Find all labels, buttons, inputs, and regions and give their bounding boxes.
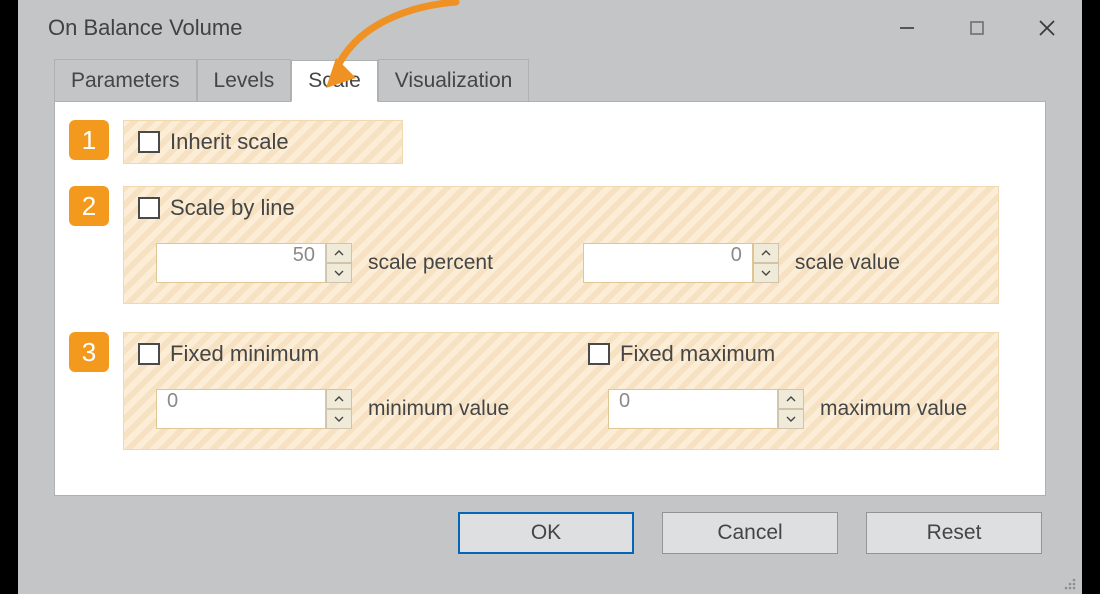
minimum-value-label: minimum value	[368, 397, 509, 421]
scale-by-line-checkbox[interactable]	[138, 197, 160, 219]
scale-percent-down[interactable]	[326, 263, 352, 283]
minimum-value-down[interactable]	[326, 409, 352, 429]
annotation-badge-2: 2	[69, 186, 109, 226]
minimize-button[interactable]	[872, 0, 942, 56]
maximum-value-up[interactable]	[778, 389, 804, 409]
dialog-window: On Balance Volume Parameters Levels Scal…	[18, 0, 1082, 594]
minimum-value-input[interactable]: 0	[156, 389, 326, 429]
scale-percent-spinner	[326, 243, 352, 283]
window-title: On Balance Volume	[48, 15, 872, 41]
fixed-range-section: Fixed minimum Fixed maximum 0 min	[123, 332, 999, 450]
dialog-button-bar: OK Cancel Reset	[18, 496, 1082, 554]
fixed-maximum-checkbox[interactable]	[588, 343, 610, 365]
scale-value-input[interactable]: 0	[583, 243, 753, 283]
ok-button[interactable]: OK	[458, 512, 634, 554]
titlebar: On Balance Volume	[18, 0, 1082, 56]
minimum-value-spinner	[326, 389, 352, 429]
maximum-value-label: maximum value	[820, 397, 967, 421]
scale-value-down[interactable]	[753, 263, 779, 283]
maximum-value-input[interactable]: 0	[608, 389, 778, 429]
inherit-scale-label: Inherit scale	[170, 129, 289, 155]
tab-strip: Parameters Levels Scale Visualization	[18, 56, 1082, 101]
scale-by-line-label: Scale by line	[170, 195, 295, 221]
scale-value-spinner	[753, 243, 779, 283]
tab-scale[interactable]: Scale	[291, 60, 378, 102]
scale-value-up[interactable]	[753, 243, 779, 263]
reset-button[interactable]: Reset	[866, 512, 1042, 554]
inherit-scale-section: Inherit scale	[123, 120, 403, 164]
tab-panel-scale: 1 Inherit scale 2 Scale by line 50	[54, 101, 1046, 496]
inherit-scale-checkbox[interactable]	[138, 131, 160, 153]
maximize-button[interactable]	[942, 0, 1012, 56]
fixed-minimum-label: Fixed minimum	[170, 341, 319, 367]
annotation-badge-3: 3	[69, 332, 109, 372]
scale-by-line-section: Scale by line 50 scale percent 0	[123, 186, 999, 304]
window-controls	[872, 0, 1082, 56]
resize-grip-icon[interactable]	[1060, 574, 1078, 592]
scale-percent-up[interactable]	[326, 243, 352, 263]
close-button[interactable]	[1012, 0, 1082, 56]
fixed-minimum-checkbox[interactable]	[138, 343, 160, 365]
maximum-value-down[interactable]	[778, 409, 804, 429]
tab-visualization[interactable]: Visualization	[378, 59, 530, 101]
cancel-button[interactable]: Cancel	[662, 512, 838, 554]
maximum-value-spinner	[778, 389, 804, 429]
scale-percent-label: scale percent	[368, 251, 493, 275]
scale-value-label: scale value	[795, 251, 900, 275]
tab-parameters[interactable]: Parameters	[54, 59, 197, 101]
scale-percent-input[interactable]: 50	[156, 243, 326, 283]
tab-levels[interactable]: Levels	[197, 59, 292, 101]
annotation-badge-1: 1	[69, 120, 109, 160]
minimum-value-up[interactable]	[326, 389, 352, 409]
fixed-maximum-label: Fixed maximum	[620, 341, 775, 367]
